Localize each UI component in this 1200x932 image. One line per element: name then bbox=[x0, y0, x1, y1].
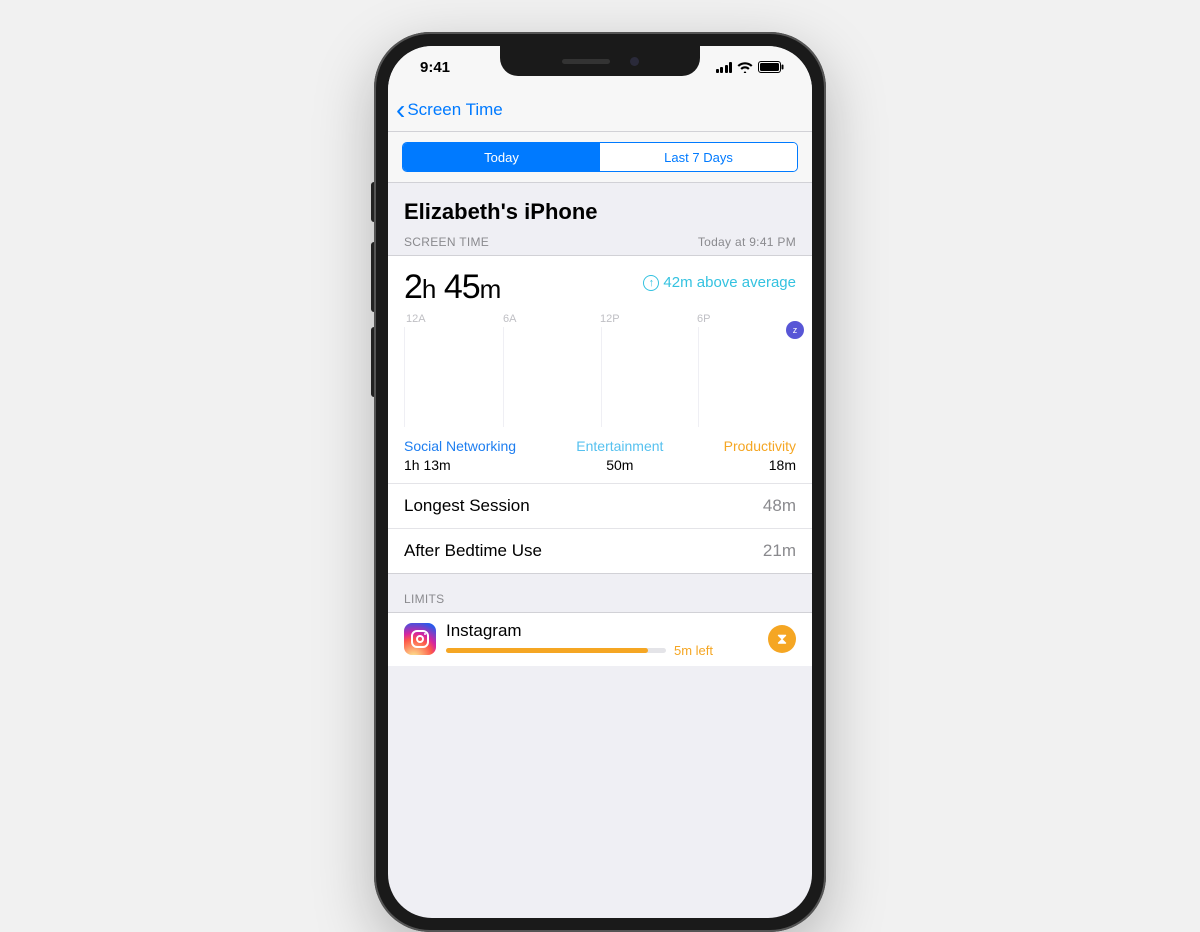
chart-tick-6p: 6P bbox=[697, 313, 794, 325]
limit-time-left: 5m left bbox=[674, 643, 713, 658]
row-longest-session[interactable]: Longest Session 48m bbox=[388, 483, 812, 528]
instagram-icon bbox=[404, 623, 436, 655]
hourglass-icon: ⧗ bbox=[768, 625, 796, 653]
hourly-chart[interactable]: 12A 6A 12P 6P z bbox=[404, 313, 796, 427]
screen: 9:41 ‹ Screen Time Today Last 7 Days bbox=[388, 46, 812, 918]
battery-icon bbox=[758, 61, 784, 73]
device-title: Elizabeth's iPhone bbox=[388, 183, 812, 235]
section-header-screen-time: SCREEN TIME Today at 9:41 PM bbox=[388, 235, 812, 255]
limit-row-instagram[interactable]: Instagram 5m left ⧗ bbox=[388, 612, 812, 666]
legend-productivity-value: 18m bbox=[724, 456, 796, 475]
limit-progress-bar bbox=[446, 648, 666, 653]
section-label: SCREEN TIME bbox=[404, 235, 489, 249]
tab-today[interactable]: Today bbox=[403, 143, 600, 171]
legend-entertainment-value: 50m bbox=[576, 456, 663, 475]
legend-social: Social Networking bbox=[404, 437, 516, 456]
notch bbox=[500, 46, 700, 76]
screen-time-card: 2h 45m ↑ 42m above average 12A 6A 12P 6P bbox=[388, 255, 812, 574]
back-button[interactable]: ‹ Screen Time bbox=[396, 96, 503, 124]
chevron-left-icon: ‹ bbox=[396, 96, 405, 124]
nav-bar: ‹ Screen Time bbox=[388, 88, 812, 132]
bedtime-icon: z bbox=[786, 321, 804, 339]
status-time: 9:41 bbox=[420, 59, 450, 76]
total-screen-time: 2h 45m bbox=[404, 268, 500, 307]
limit-app-name: Instagram bbox=[446, 621, 758, 641]
legend-social-value: 1h 13m bbox=[404, 456, 516, 475]
tab-last7days[interactable]: Last 7 Days bbox=[600, 143, 797, 171]
row-after-bedtime[interactable]: After Bedtime Use 21m bbox=[388, 528, 812, 573]
chart-tick-6a: 6A bbox=[503, 313, 600, 325]
legend-entertainment: Entertainment bbox=[576, 437, 663, 456]
above-average-indicator: ↑ 42m above average bbox=[643, 274, 796, 291]
cellular-icon bbox=[716, 62, 733, 73]
arrow-up-icon: ↑ bbox=[643, 275, 659, 291]
chart-tick-12a: 12A bbox=[406, 313, 503, 325]
category-legend: Social Networking 1h 13m Entertainment 5… bbox=[404, 437, 796, 475]
section-header-limits: LIMITS bbox=[388, 574, 812, 612]
chart-tick-12p: 12P bbox=[600, 313, 697, 325]
section-timestamp: Today at 9:41 PM bbox=[698, 235, 796, 249]
legend-productivity: Productivity bbox=[724, 437, 796, 456]
wifi-icon bbox=[737, 61, 753, 73]
segmented-control: Today Last 7 Days bbox=[388, 132, 812, 183]
phone-frame: 9:41 ‹ Screen Time Today Last 7 Days bbox=[374, 32, 826, 932]
back-label: Screen Time bbox=[407, 100, 502, 120]
